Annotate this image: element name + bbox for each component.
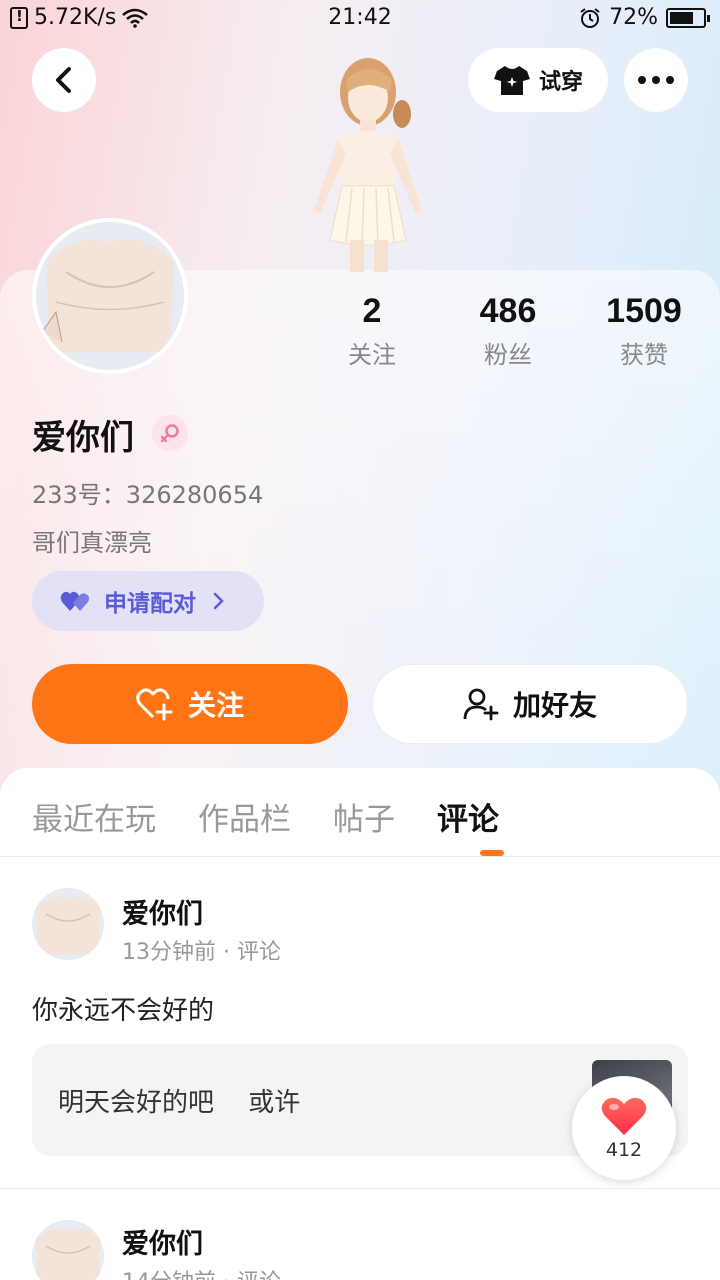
more-options-button[interactable] — [624, 48, 688, 112]
comment-meta: 13分钟前 · 评论 — [122, 940, 281, 965]
stat-following[interactable]: 2 关注 — [302, 292, 442, 370]
chevron-left-icon — [56, 67, 71, 93]
profile-uid: 233号：326280654 — [32, 481, 264, 509]
tab-comments[interactable]: 评论 — [437, 794, 499, 839]
try-on-button[interactable]: 试穿 — [468, 48, 608, 112]
stat-followers-count: 486 — [479, 292, 537, 330]
comment-divider — [0, 1188, 720, 1189]
stat-likes-count: 1509 — [606, 292, 682, 330]
comment-author-name[interactable]: 爱你们 — [122, 892, 203, 931]
add-user-icon — [463, 688, 499, 721]
request-pair-label: 申请配对 — [104, 591, 196, 617]
comment-author-avatar[interactable] — [32, 888, 104, 960]
profile-tabs: 最近在玩 作品栏 帖子 评论 — [32, 794, 499, 839]
character-model-image — [290, 50, 440, 272]
add-friend-label: 加好友 — [512, 689, 597, 722]
follow-button[interactable]: 关注 — [32, 664, 348, 744]
comment-meta: 14分钟前 · 评论 — [122, 1264, 281, 1280]
request-pair-button[interactable]: 申请配对 — [32, 571, 264, 631]
stat-followers-label: 粉丝 — [484, 341, 532, 369]
battery-icon — [666, 7, 710, 28]
tshirt-icon — [493, 66, 530, 95]
stat-following-label: 关注 — [348, 341, 396, 369]
double-heart-icon — [60, 591, 90, 611]
tab-recently-played[interactable]: 最近在玩 — [32, 794, 156, 839]
heart-plus-icon — [136, 688, 173, 721]
profile-bio: 哥们真漂亮 — [32, 529, 152, 557]
status-right: 72% — [579, 5, 710, 30]
tabs-divider — [0, 856, 720, 857]
stat-likes-label: 获赞 — [620, 341, 668, 369]
stat-followers[interactable]: 486 粉丝 — [438, 292, 578, 370]
like-count: 412 — [605, 1139, 643, 1161]
stat-likes[interactable]: 1509 获赞 — [574, 292, 714, 370]
comment-text: 你永远不会好的 — [32, 996, 215, 1026]
more-dots-icon — [638, 76, 674, 84]
tab-works[interactable]: 作品栏 — [198, 794, 291, 839]
status-bar: 5.72K/s 21:42 72% — [0, 0, 720, 38]
profile-avatar[interactable] — [32, 218, 188, 374]
battery-percent: 72% — [609, 5, 658, 30]
like-button[interactable]: 412 — [572, 1076, 676, 1180]
comment-author-name[interactable]: 爱你们 — [122, 1222, 203, 1261]
heart-icon — [601, 1097, 647, 1135]
add-friend-button[interactable]: 加好友 — [372, 664, 688, 744]
tab-posts[interactable]: 帖子 — [333, 794, 395, 839]
alarm-icon — [580, 7, 600, 28]
chevron-right-icon — [213, 592, 224, 610]
back-button[interactable] — [32, 48, 96, 112]
battery-level — [670, 11, 694, 24]
stat-following-count: 2 — [362, 292, 382, 330]
profile-username: 爱你们 — [32, 418, 134, 458]
follow-label: 关注 — [187, 689, 244, 722]
female-gender-icon — [152, 415, 188, 451]
try-on-label: 试穿 — [538, 70, 583, 95]
quoted-post-text: 明天会好的吧 或许 — [58, 1087, 301, 1118]
